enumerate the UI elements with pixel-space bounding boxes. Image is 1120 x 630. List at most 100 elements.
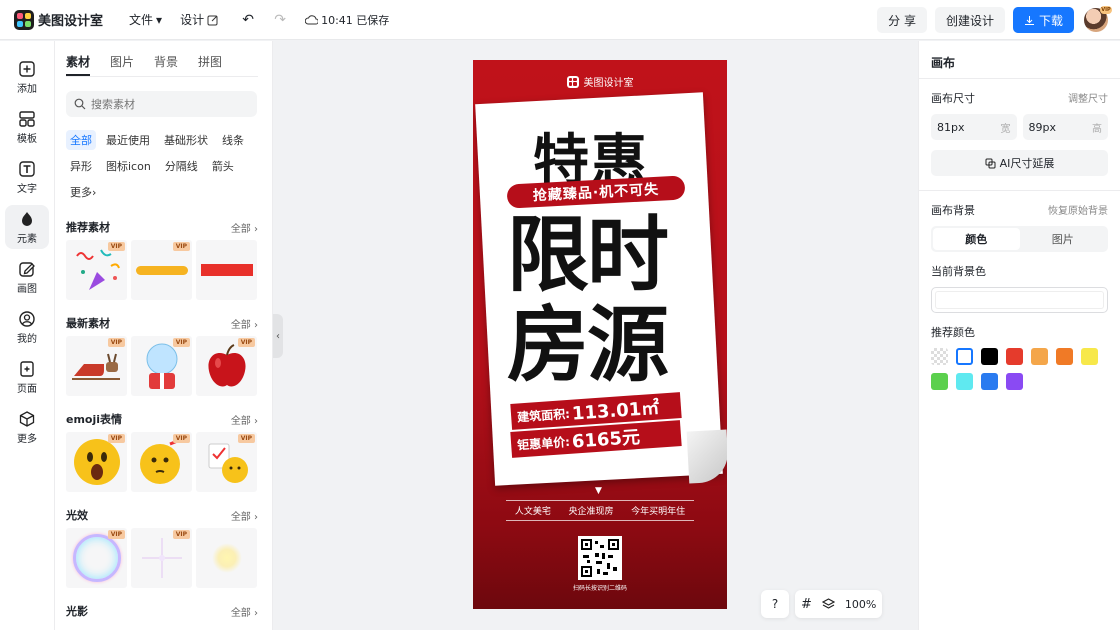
rail-item-page[interactable]: 页面	[5, 355, 49, 399]
chip-basic-shapes[interactable]: 基础形状	[160, 130, 212, 150]
zoom-level[interactable]: 100%	[845, 598, 876, 611]
rail-item-text[interactable]: 文字	[5, 155, 49, 199]
tab-material[interactable]: 素材	[66, 53, 91, 76]
grid-icon[interactable]: #	[801, 597, 812, 612]
thumb-snow-globe[interactable]: VIP	[131, 336, 192, 396]
see-all-label: 全部	[230, 415, 251, 427]
thumb-emoji-thinking[interactable]: VIP	[131, 432, 192, 492]
ai-extend-button[interactable]: AI尺寸延展	[931, 150, 1108, 176]
thumb-party-popper[interactable]: VIP	[66, 240, 127, 300]
tab-image[interactable]: 图片	[110, 53, 134, 76]
rail-item-draw[interactable]: 画图	[5, 255, 49, 299]
thumb-sparkle[interactable]: VIP	[131, 528, 192, 588]
section-emoji: emoji表情 全部 ›	[66, 408, 258, 430]
chip-icons[interactable]: 图标icon	[102, 156, 155, 176]
thumb-red-bar[interactable]	[196, 240, 257, 300]
design-menu[interactable]: 设计	[180, 11, 219, 28]
party-popper-image	[75, 249, 120, 290]
poster-canvas[interactable]: 美图设计室 特惠 抢藏臻品·机不可失 限时 房源 建筑面积: 113.01㎡ 钜…	[473, 60, 727, 609]
vip-badge: VIP	[107, 338, 125, 347]
help-button[interactable]: ?	[761, 590, 789, 618]
chip-arrows[interactable]: 箭头	[208, 156, 238, 176]
see-all-label: 全部	[230, 223, 251, 235]
see-all-link[interactable]: 全部 ›	[231, 508, 258, 523]
share-button[interactable]: 分 享	[877, 7, 927, 33]
create-design-button[interactable]: 创建设计	[934, 7, 1005, 33]
inspector-title: 画布	[919, 41, 1120, 79]
chip-recent[interactable]: 最近使用	[102, 130, 154, 150]
rail-label: 我的	[17, 333, 37, 345]
search-box[interactable]	[66, 91, 257, 117]
undo-button[interactable]: ↶	[237, 9, 259, 31]
current-color-swatch	[935, 291, 1104, 309]
chip-more-label: 更多	[70, 186, 92, 199]
template-icon	[19, 110, 35, 127]
rail-item-element[interactable]: 元素	[5, 205, 49, 249]
top-bar: 美图设计室 文件 ▾ 设计 ↶ ↷ 10:41 已保存 分 享 创建设计 下载 V…	[0, 0, 1120, 40]
chip-dividers[interactable]: 分隔线	[161, 156, 202, 176]
vip-badge: VIP	[107, 242, 125, 251]
layers-icon[interactable]	[821, 598, 835, 610]
tab-background[interactable]: 背景	[154, 53, 178, 76]
color-swatch[interactable]	[956, 348, 973, 365]
canvas-size-header: 画布尺寸 调整尺寸	[931, 90, 1108, 106]
color-swatch[interactable]	[1056, 348, 1073, 365]
rail-label: 页面	[17, 383, 37, 395]
rail-item-template[interactable]: 模板	[5, 105, 49, 149]
section-light-effect: 光效 全部 ›	[66, 504, 258, 526]
color-swatch[interactable]	[931, 373, 948, 390]
rail-item-more[interactable]: 更多	[5, 405, 49, 449]
chip-irregular[interactable]: 异形	[66, 156, 96, 176]
app-logo[interactable]: 美图设计室	[14, 9, 103, 30]
download-label: 下载	[1038, 13, 1063, 28]
saved-time: 10:41 已保存	[321, 13, 390, 27]
restore-bg-link[interactable]: 恢复原始背景	[1048, 202, 1108, 218]
see-all-link[interactable]: 全部 ›	[231, 604, 258, 619]
search-input[interactable]	[91, 97, 241, 111]
color-swatch[interactable]	[956, 373, 973, 390]
search-icon	[74, 98, 86, 110]
thumb-reindeer-sleigh[interactable]: VIP	[66, 336, 127, 396]
rail-item-add[interactable]: 添加	[5, 55, 49, 99]
canvas-bg-header: 画布背景 恢复原始背景	[931, 202, 1108, 218]
thumb-emoji-checklist[interactable]: VIP	[196, 432, 257, 492]
current-bg-header: 当前背景色	[931, 263, 1108, 279]
thumb-glow[interactable]	[196, 528, 257, 588]
color-swatch[interactable]	[1031, 348, 1048, 365]
chip-more[interactable]: 更多 ›	[66, 182, 100, 202]
avatar[interactable]: VIP	[1084, 6, 1112, 32]
see-all-link[interactable]: 全部 ›	[231, 412, 258, 427]
chip-all[interactable]: 全部	[66, 130, 96, 150]
resize-link[interactable]: 调整尺寸	[1068, 90, 1108, 106]
text-icon	[19, 160, 35, 177]
collapse-panel-toggle[interactable]: ‹	[273, 314, 283, 358]
thumb-bubble[interactable]: VIP	[66, 528, 127, 588]
seg-color[interactable]: 颜色	[933, 228, 1020, 250]
download-button[interactable]: 下载	[1012, 7, 1074, 33]
seg-image[interactable]: 图片	[1020, 228, 1107, 250]
current-color-picker[interactable]	[931, 287, 1108, 313]
see-all-link[interactable]: 全部 ›	[231, 316, 258, 331]
thumb-brush-stroke[interactable]: VIP	[131, 240, 192, 300]
color-swatch[interactable]	[1006, 373, 1023, 390]
rail-label: 画图	[17, 283, 37, 295]
color-swatch[interactable]	[981, 373, 998, 390]
color-swatch[interactable]	[981, 348, 998, 365]
chip-lines[interactable]: 线条	[218, 130, 248, 150]
width-field[interactable]: 81px 宽	[931, 114, 1017, 140]
rail-item-mine[interactable]: 我的	[5, 305, 49, 349]
tab-collage[interactable]: 拼图	[198, 53, 222, 76]
file-menu[interactable]: 文件 ▾	[129, 11, 162, 28]
section-latest: 最新素材 全部 ›	[66, 312, 258, 334]
redo-button[interactable]: ↷	[269, 9, 291, 31]
color-swatch[interactable]	[1006, 348, 1023, 365]
left-rail: 添加 模板 文字 元素 画图 我的 页面 更多	[0, 41, 55, 630]
see-all-link[interactable]: 全部 ›	[231, 220, 258, 235]
height-field[interactable]: 89px 高	[1022, 114, 1108, 140]
color-swatch[interactable]	[1081, 348, 1098, 365]
poster-brand: 美图设计室	[473, 74, 727, 89]
thumb-apple[interactable]: VIP	[196, 336, 257, 396]
reindeer-sleigh-image	[71, 353, 120, 380]
thumb-emoji-shocked[interactable]: VIP	[66, 432, 127, 492]
color-swatch[interactable]	[931, 348, 948, 365]
